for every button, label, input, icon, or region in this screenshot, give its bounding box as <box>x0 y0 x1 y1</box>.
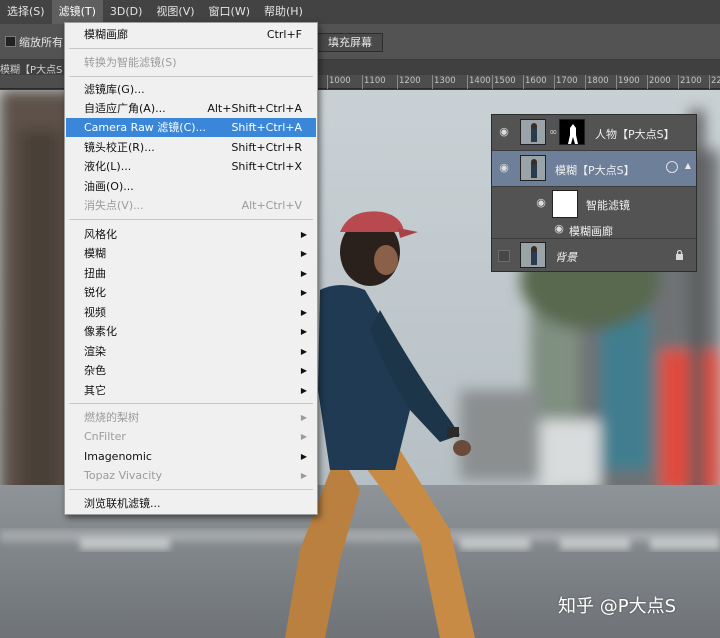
menu-window[interactable]: 窗口(W) <box>202 0 257 24</box>
submenu-arrow-icon: ▶ <box>300 269 307 278</box>
menu-item-pixelate[interactable]: 像素化 ▶ <box>66 322 316 341</box>
menu-separator <box>69 403 313 404</box>
ruler-tick: 1700 <box>556 76 578 86</box>
menu-item-camera-raw-filter[interactable]: Camera Raw 滤镜(C)... Shift+Ctrl+A <box>66 118 316 137</box>
layer-name: 背景 <box>555 251 577 264</box>
submenu-arrow-icon: ▶ <box>300 471 307 480</box>
menu-bar: 选择(S) 滤镜(T) 3D(D) 视图(V) 窗口(W) 帮助(H) <box>0 0 720 24</box>
layer-thumbnail <box>520 242 546 268</box>
menu-separator <box>69 219 313 220</box>
submenu-arrow-icon: ▶ <box>300 327 307 336</box>
menu-view[interactable]: 视图(V) <box>149 0 201 24</box>
ruler-tick: 1200 <box>399 76 421 86</box>
menu-item-convert-smart-filter[interactable]: 转换为智能滤镜(S) <box>66 53 316 72</box>
menu-item-stylize[interactable]: 风格化 ▶ <box>66 225 316 244</box>
submenu-arrow-icon: ▶ <box>300 347 307 356</box>
layer-name: 人物【P大点S】 <box>595 128 675 141</box>
ruler-tick: 1300 <box>434 76 456 86</box>
layer-blur-gallery[interactable]: ◉ 模糊画廊 <box>492 221 696 239</box>
eye-icon[interactable]: ◉ <box>497 162 511 173</box>
menu-item-liquify[interactable]: 液化(L)... Shift+Ctrl+X <box>66 157 316 176</box>
menu-filter[interactable]: 滤镜(T) <box>51 0 103 24</box>
lock-icon <box>675 249 684 260</box>
menu-separator <box>69 489 313 490</box>
menu-item-noise[interactable]: 杂色 ▶ <box>66 361 316 380</box>
layer-blur[interactable]: ◉ 模糊【P大点S】 ▲ <box>492 151 696 187</box>
ruler-tick: 2100 <box>680 76 702 86</box>
layer-name: 智能滤镜 <box>586 199 630 212</box>
submenu-arrow-icon: ▶ <box>300 308 307 317</box>
menu-item-sharpen[interactable]: 锐化 ▶ <box>66 283 316 302</box>
chain-link-icon[interactable]: ∞ <box>549 127 557 139</box>
visibility-toggle[interactable] <box>498 250 510 262</box>
menu-item-oil-paint[interactable]: 油画(O)... <box>66 177 316 196</box>
menu-item-browse-filters-online[interactable]: 浏览联机滤镜... <box>66 494 316 513</box>
watermark: 知乎 @P大点S <box>558 596 677 617</box>
submenu-arrow-icon: ▶ <box>300 413 307 422</box>
eye-icon[interactable]: ◉ <box>552 223 566 234</box>
submenu-arrow-icon: ▶ <box>300 249 307 258</box>
ruler-tick: 1900 <box>618 76 640 86</box>
fill-screen-button[interactable]: 填充屏幕 <box>317 33 383 52</box>
zoom-all-windows-checkbox[interactable] <box>5 36 16 47</box>
ruler-tick: 1800 <box>587 76 609 86</box>
ruler-tick: 1600 <box>525 76 547 86</box>
submenu-arrow-icon: ▶ <box>300 432 307 441</box>
submenu-arrow-icon: ▶ <box>300 230 307 239</box>
submenu-arrow-icon: ▶ <box>300 386 307 395</box>
ruler-tick: 1000 <box>329 76 351 86</box>
layer-person[interactable]: ◉ ∞ 人物【P大点S】 <box>492 115 696 151</box>
layer-name: 模糊画廊 <box>569 225 613 238</box>
smart-object-icon <box>666 161 678 173</box>
submenu-arrow-icon: ▶ <box>300 366 307 375</box>
menu-item-vanishing-point[interactable]: 消失点(V)... Alt+Ctrl+V <box>66 196 316 215</box>
filter-menu: 模糊画廊 Ctrl+F 转换为智能滤镜(S) 滤镜库(G)... 自适应广角(A… <box>64 22 318 515</box>
filter-mask-thumbnail[interactable] <box>552 190 578 218</box>
zoom-all-windows-label: 缩放所有 <box>19 36 63 49</box>
layer-name: 模糊【P大点S】 <box>555 164 635 177</box>
menu-item-distort[interactable]: 扭曲 ▶ <box>66 264 316 283</box>
menu-item-cnfilter[interactable]: CnFilter ▶ <box>66 427 316 446</box>
ruler-tick: 1500 <box>494 76 516 86</box>
menu-item-burning-pear-tree[interactable]: 燃烧的梨树 ▶ <box>66 408 316 427</box>
menu-item-filter-gallery[interactable]: 滤镜库(G)... <box>66 80 316 99</box>
ruler-tick: 1400 <box>469 76 491 86</box>
ruler-tick: 1100 <box>364 76 386 86</box>
layer-thumbnail <box>520 119 546 145</box>
menu-separator <box>69 48 313 49</box>
menu-item-render[interactable]: 渲染 ▶ <box>66 342 316 361</box>
menu-help[interactable]: 帮助(H) <box>257 0 310 24</box>
document-tab-title: 模糊【P大点S <box>0 65 63 76</box>
layer-background[interactable]: 背景 <box>492 239 696 272</box>
layers-panel: ◉ ∞ 人物【P大点S】 ◉ 模糊【P大点S】 ▲ ◉ 智能滤镜 ◉ 模糊画廊 … <box>491 114 697 272</box>
menu-item-blur[interactable]: 模糊 ▶ <box>66 244 316 263</box>
eye-icon[interactable]: ◉ <box>497 126 511 137</box>
submenu-arrow-icon: ▶ <box>300 452 307 461</box>
menu-item-video[interactable]: 视频 ▶ <box>66 303 316 322</box>
menu-item-blur-gallery[interactable]: 模糊画廊 Ctrl+F <box>66 25 316 44</box>
menu-item-other[interactable]: 其它 ▶ <box>66 381 316 400</box>
menu-select[interactable]: 选择(S) <box>0 0 52 24</box>
eye-icon[interactable]: ◉ <box>534 197 548 208</box>
menu-item-adaptive-wide-angle[interactable]: 自适应广角(A)... Alt+Shift+Ctrl+A <box>66 99 316 118</box>
layer-thumbnail <box>520 155 546 181</box>
submenu-arrow-icon: ▶ <box>300 288 307 297</box>
collapse-arrow-icon[interactable]: ▲ <box>685 161 691 170</box>
layer-smart-filters[interactable]: ◉ 智能滤镜 <box>492 187 696 221</box>
ruler-tick: 2200 <box>711 76 720 86</box>
layer-mask-thumbnail[interactable] <box>559 119 585 145</box>
menu-item-lens-correction[interactable]: 镜头校正(R)... Shift+Ctrl+R <box>66 138 316 157</box>
ruler-tick: 2000 <box>649 76 671 86</box>
menu-item-topaz-vivacity[interactable]: Topaz Vivacity ▶ <box>66 466 316 485</box>
menu-item-imagenomic[interactable]: Imagenomic ▶ <box>66 447 316 466</box>
menu-separator <box>69 76 313 77</box>
menu-3d[interactable]: 3D(D) <box>103 0 150 24</box>
